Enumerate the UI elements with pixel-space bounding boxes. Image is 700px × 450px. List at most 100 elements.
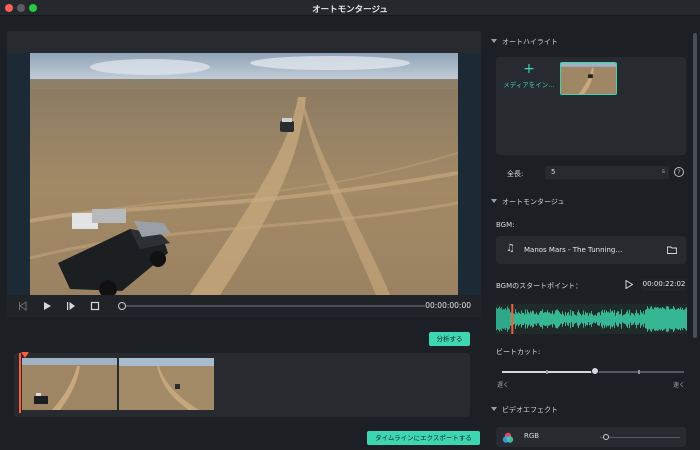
rgb-effect-icon <box>502 432 514 443</box>
export-to-timeline-button[interactable]: タイムラインにエクスポートする <box>367 431 480 445</box>
waveform-bar <box>643 310 644 328</box>
selected-media-thumbnail[interactable] <box>560 62 617 95</box>
waveform-bar <box>567 312 568 326</box>
waveform-bar <box>616 312 617 326</box>
waveform-bar <box>620 313 621 325</box>
waveform-bar <box>544 312 545 326</box>
waveform-bar <box>580 314 581 324</box>
waveform-bar <box>608 311 609 327</box>
panel-scrollbar[interactable] <box>693 33 697 338</box>
waveform-bar <box>666 306 667 332</box>
waveform-bar <box>526 313 527 325</box>
timeline-playhead[interactable] <box>19 352 29 413</box>
bgm-start-time[interactable]: 00:00:22:02 <box>641 278 687 291</box>
next-frame-icon[interactable] <box>65 300 77 312</box>
waveform-bar <box>579 312 580 326</box>
effect-intensity-track[interactable] <box>600 437 680 438</box>
waveform-bar <box>546 312 547 326</box>
bgm-start-marker[interactable] <box>511 304 514 334</box>
waveform-bar <box>516 312 517 326</box>
analyze-button[interactable]: 分析する <box>429 332 470 346</box>
waveform-bar <box>543 313 544 325</box>
waveform-bar <box>659 308 660 330</box>
waveform-bar <box>569 315 570 323</box>
waveform-bar <box>661 308 662 330</box>
waveform-bar <box>632 313 633 325</box>
waveform-bar <box>637 313 638 325</box>
waveform-bar <box>497 309 498 329</box>
scrub-handle[interactable] <box>118 302 126 310</box>
waveform-bar <box>680 307 681 331</box>
section-auto-highlight[interactable]: オートハイライト <box>491 37 558 47</box>
previous-frame-icon[interactable] <box>17 300 29 312</box>
waveform-bar <box>642 313 643 325</box>
waveform-bar <box>522 312 523 326</box>
length-value: 5 <box>551 168 556 176</box>
waveform-bar <box>656 307 657 331</box>
collapse-triangle-icon[interactable] <box>491 199 497 203</box>
waveform-bar <box>507 306 508 332</box>
settings-panel: オートハイライト + メディアをイン… 全長: 5 s ? オートモンタージュ … <box>487 31 700 450</box>
waveform-bar <box>605 312 606 326</box>
video-effect-row[interactable]: RGB <box>496 427 686 447</box>
waveform-bar <box>592 314 593 324</box>
scrub-track[interactable] <box>121 305 425 307</box>
waveform-bar <box>551 313 552 325</box>
waveform-bar <box>597 312 598 326</box>
waveform-bar <box>684 309 685 329</box>
bgm-label: BGM: <box>496 221 515 229</box>
playback-controls: 00:00:00:00 <box>7 295 481 317</box>
folder-icon[interactable] <box>667 246 677 254</box>
waveform-bar <box>674 307 675 331</box>
waveform-bar <box>584 314 585 324</box>
length-input[interactable]: 5 s <box>545 166 669 179</box>
waveform-bar <box>627 310 628 328</box>
waveform-bar <box>623 314 624 324</box>
waveform-bar <box>518 311 519 327</box>
collapse-triangle-icon[interactable] <box>491 407 497 411</box>
bgm-track-name: Manos Mars - The Tunning… <box>524 246 623 254</box>
waveform-bar <box>644 314 645 324</box>
waveform-bar <box>499 306 500 332</box>
waveform-bar <box>600 315 601 323</box>
bgm-selector[interactable]: ♫ Manos Mars - The Tunning… <box>496 236 686 264</box>
help-icon[interactable]: ? <box>674 167 684 177</box>
beat-cut-handle[interactable] <box>590 367 599 375</box>
waveform-bar <box>675 309 676 329</box>
waveform-bar <box>676 309 677 329</box>
stop-icon[interactable] <box>89 300 101 312</box>
waveform-bar <box>607 312 608 326</box>
waveform-bar <box>669 309 670 329</box>
bgm-waveform[interactable] <box>496 304 687 334</box>
waveform-bar <box>604 309 605 329</box>
waveform-bar <box>595 314 596 324</box>
waveform-bar <box>598 312 599 326</box>
waveform-bar <box>576 315 577 323</box>
waveform-bar <box>496 307 497 331</box>
waveform-bar <box>665 309 666 329</box>
length-label: 全長: <box>507 170 524 178</box>
section-auto-montage[interactable]: オートモンタージュ <box>491 197 564 207</box>
collapse-triangle-icon[interactable] <box>491 39 497 43</box>
waveform-bar <box>557 309 558 329</box>
waveform-bar <box>545 312 546 326</box>
section-video-effect[interactable]: ビデオエフェクト <box>491 405 558 415</box>
waveform-bar <box>571 315 572 323</box>
add-media-button[interactable]: + メディアをイン… <box>501 62 557 94</box>
effect-intensity-handle[interactable] <box>603 434 609 440</box>
waveform-bar <box>581 315 582 323</box>
clip-thumbnail[interactable] <box>22 358 117 410</box>
waveform-bar <box>622 315 623 323</box>
waveform-bar <box>599 312 600 326</box>
play-icon[interactable] <box>625 280 633 289</box>
play-icon[interactable] <box>41 300 53 312</box>
waveform-bar <box>636 309 637 329</box>
waveform-bar <box>525 309 526 329</box>
clip-thumbnail[interactable] <box>119 358 214 410</box>
beat-cut-slider[interactable] <box>502 367 684 375</box>
waveform-bar <box>641 312 642 326</box>
waveform-bar <box>602 309 603 329</box>
waveform-bar <box>587 312 588 326</box>
waveform-bar <box>590 313 591 325</box>
waveform-bar <box>678 307 679 331</box>
